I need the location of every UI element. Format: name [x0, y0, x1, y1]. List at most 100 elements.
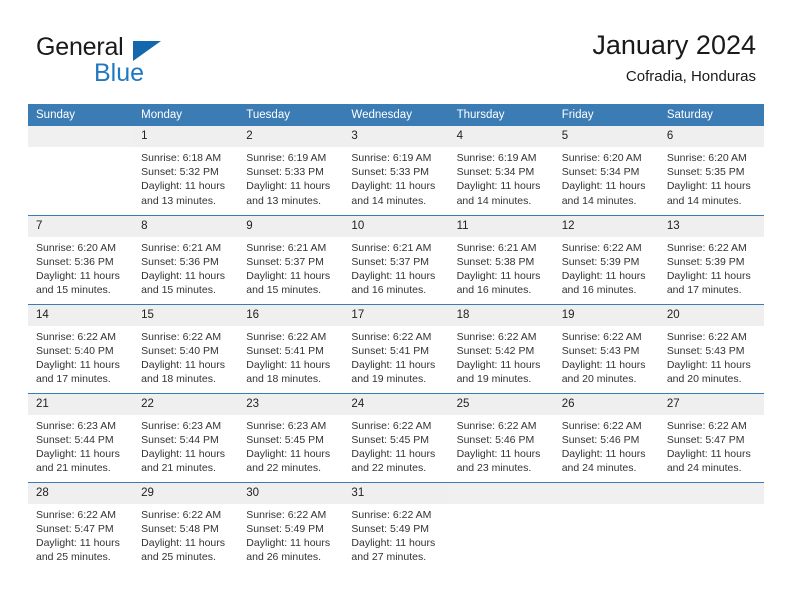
sunset-text: Sunset: 5:46 PM	[456, 433, 535, 446]
calendar-day-cell[interactable]: 1 Sunrise: 6:18 AM Sunset: 5:32 PM Daylight…	[133, 126, 239, 215]
calendar-day-cell[interactable]: 21 Sunrise: 6:23 AM Sunset: 5:44 PM Dayligh…	[28, 392, 134, 482]
calendar-day-cell[interactable]: 4 Sunrise: 6:19 AM Sunset: 5:34 PM Daylight…	[448, 126, 554, 215]
day-cell-inner: 1 Sunrise: 6:18 AM Sunset: 5:32 PM Daylight…	[133, 126, 239, 215]
day-number: 29	[133, 482, 239, 504]
sunset-text: Sunset: 5:49 PM	[246, 522, 324, 535]
day-details: Sunrise: 6:20 AM Sunset: 5:34 PM Daylight:…	[554, 147, 659, 208]
daylight-text-line1: Daylight: 11 hours	[141, 536, 225, 549]
calendar-day-cell[interactable]: 17 Sunrise: 6:22 AM Sunset: 5:41 PM Dayligh…	[343, 303, 449, 393]
day-details: Sunrise: 6:22 AM Sunset: 5:45 PM Daylight:…	[343, 415, 448, 476]
sunset-text: Sunset: 5:44 PM	[36, 433, 114, 446]
day-details: Sunrise: 6:22 AM Sunset: 5:40 PM Daylight:…	[133, 326, 238, 387]
calendar-day-cell[interactable]: 24 Sunrise: 6:22 AM Sunset: 5:45 PM Dayligh…	[343, 392, 449, 482]
day-cell-inner	[28, 126, 134, 215]
calendar-day-cell[interactable]: 29 Sunrise: 6:22 AM Sunset: 5:48 PM Dayligh…	[133, 481, 239, 572]
day-number: 21	[28, 393, 134, 415]
sunset-text: Sunset: 5:33 PM	[246, 166, 324, 179]
sunrise-text: Sunrise: 6:22 AM	[561, 241, 642, 254]
sunrise-text: Sunrise: 6:19 AM	[456, 152, 537, 164]
calendar-day-cell-empty	[448, 481, 554, 571]
day-number: 14	[28, 304, 134, 326]
calendar-day-cell[interactable]: 26 Sunrise: 6:22 AM Sunset: 5:46 PM Dayligh…	[553, 392, 659, 482]
daylight-text-line2: and 14 minutes.	[456, 194, 532, 207]
calendar-day-cell[interactable]: 22 Sunrise: 6:23 AM Sunset: 5:44 PM Dayligh…	[133, 392, 239, 482]
daylight-text-line1: Daylight: 11 hours	[351, 180, 436, 193]
day-number: 20	[658, 304, 764, 326]
day-cell-inner: 23 Sunrise: 6:23 AM Sunset: 5:45 PM Dayligh…	[238, 393, 344, 482]
daylight-text-line2: and 16 minutes.	[456, 284, 532, 297]
calendar-day-cell[interactable]: 28 Sunrise: 6:22 AM Sunset: 5:47 PM Dayligh…	[28, 481, 134, 572]
calendar-day-cell[interactable]: 31 Sunrise: 6:22 AM Sunset: 5:49 PM Dayligh…	[343, 481, 449, 571]
calendar-day-cell[interactable]: 25 Sunrise: 6:22 AM Sunset: 5:46 PM Dayligh…	[448, 392, 554, 482]
daylight-text-line1: Daylight: 11 hours	[561, 358, 646, 371]
sunrise-text: Sunrise: 6:20 AM	[561, 152, 642, 164]
calendar-day-cell[interactable]: 11 Sunrise: 6:21 AM Sunset: 5:38 PM Dayligh…	[448, 214, 554, 304]
daylight-text-line2: and 15 minutes.	[141, 284, 216, 297]
daylight-text-line1: Daylight: 11 hours	[456, 447, 541, 460]
day-number: 25	[448, 393, 554, 415]
day-cell-inner: 29 Sunrise: 6:22 AM Sunset: 5:48 PM Dayligh…	[133, 482, 239, 572]
calendar-day-cell[interactable]: 9 Sunrise: 6:21 AM Sunset: 5:37 PM Daylight…	[238, 214, 344, 304]
day-cell-inner: 11 Sunrise: 6:21 AM Sunset: 5:38 PM Dayligh…	[448, 215, 554, 304]
daylight-text-line1: Daylight: 11 hours	[246, 180, 331, 193]
calendar-day-cell[interactable]: 30 Sunrise: 6:22 AM Sunset: 5:49 PM Dayligh…	[238, 481, 344, 571]
calendar-day-cell[interactable]: 10 Sunrise: 6:21 AM Sunset: 5:37 PM Dayligh…	[343, 214, 449, 304]
sunset-text: Sunset: 5:44 PM	[141, 433, 219, 446]
day-number	[28, 126, 134, 147]
daylight-text-line1: Daylight: 11 hours	[36, 447, 120, 460]
daylight-text-line1: Daylight: 11 hours	[351, 447, 436, 460]
calendar-day-cell[interactable]: 7 Sunrise: 6:20 AM Sunset: 5:36 PM Daylight…	[28, 214, 134, 304]
sunset-text: Sunset: 5:42 PM	[456, 344, 535, 357]
calendar-day-cell[interactable]: 3 Sunrise: 6:19 AM Sunset: 5:33 PM Daylight…	[343, 126, 449, 215]
sunset-text: Sunset: 5:41 PM	[246, 344, 324, 357]
daylight-text-line2: and 25 minutes.	[36, 551, 111, 564]
calendar-day-cell[interactable]: 5 Sunrise: 6:20 AM Sunset: 5:34 PM Daylight…	[553, 126, 659, 215]
calendar-day-cell[interactable]: 13 Sunrise: 6:22 AM Sunset: 5:39 PM Dayligh…	[658, 214, 764, 304]
day-cell-inner: 4 Sunrise: 6:19 AM Sunset: 5:34 PM Daylight…	[448, 126, 554, 215]
sunset-text: Sunset: 5:40 PM	[36, 344, 114, 357]
calendar-header-row: Sunday Monday Tuesday Wednesday Thursday…	[28, 104, 764, 126]
calendar-day-cell[interactable]: 6 Sunrise: 6:20 AM Sunset: 5:35 PM Daylight…	[658, 126, 764, 215]
weekday-header-wednesday: Wednesday	[343, 104, 449, 126]
calendar-day-cell[interactable]: 8 Sunrise: 6:21 AM Sunset: 5:36 PM Daylight…	[133, 214, 239, 304]
calendar-day-cell[interactable]: 2 Sunrise: 6:19 AM Sunset: 5:33 PM Daylight…	[238, 126, 344, 215]
day-cell-inner: 28 Sunrise: 6:22 AM Sunset: 5:47 PM Dayligh…	[28, 482, 134, 572]
sunset-text: Sunset: 5:48 PM	[141, 522, 219, 535]
daylight-text-line1: Daylight: 11 hours	[141, 447, 225, 460]
calendar-day-cell[interactable]: 20 Sunrise: 6:22 AM Sunset: 5:43 PM Dayligh…	[658, 303, 764, 393]
sunrise-text: Sunrise: 6:22 AM	[351, 508, 432, 521]
sunrise-text: Sunrise: 6:21 AM	[141, 241, 222, 254]
day-number: 10	[343, 215, 449, 237]
day-details: Sunrise: 6:19 AM Sunset: 5:34 PM Daylight:…	[449, 147, 554, 208]
day-details: Sunrise: 6:22 AM Sunset: 5:43 PM Daylight:…	[554, 326, 659, 387]
general-blue-logo[interactable]: General Blue	[36, 32, 236, 90]
daylight-text-line1: Daylight: 11 hours	[141, 180, 225, 193]
calendar-day-cell[interactable]: 14 Sunrise: 6:22 AM Sunset: 5:40 PM Dayligh…	[28, 303, 134, 393]
day-details: Sunrise: 6:22 AM Sunset: 5:49 PM Daylight:…	[238, 504, 343, 565]
day-number: 9	[238, 215, 344, 237]
day-cell-inner: 22 Sunrise: 6:23 AM Sunset: 5:44 PM Dayligh…	[133, 393, 239, 482]
calendar-day-cell[interactable]: 23 Sunrise: 6:23 AM Sunset: 5:45 PM Dayligh…	[238, 392, 344, 482]
day-number: 3	[343, 126, 449, 147]
weekday-header-thursday: Thursday	[448, 104, 554, 126]
calendar-week-row: 14 Sunrise: 6:22 AM Sunset: 5:40 PM Dayligh…	[28, 303, 764, 393]
daylight-text-line2: and 26 minutes.	[246, 551, 321, 564]
daylight-text-line1: Daylight: 11 hours	[456, 269, 541, 282]
calendar-week-row: 1 Sunrise: 6:18 AM Sunset: 5:32 PM Daylight…	[28, 126, 764, 215]
day-cell-inner: 3 Sunrise: 6:19 AM Sunset: 5:33 PM Daylight…	[343, 126, 449, 215]
sunrise-text: Sunrise: 6:21 AM	[351, 241, 432, 254]
calendar-day-cell[interactable]: 27 Sunrise: 6:22 AM Sunset: 5:47 PM Dayligh…	[658, 392, 764, 482]
day-number: 7	[28, 215, 134, 237]
calendar-day-cell[interactable]: 18 Sunrise: 6:22 AM Sunset: 5:42 PM Dayligh…	[448, 303, 554, 393]
calendar-week-row: 28 Sunrise: 6:22 AM Sunset: 5:47 PM Dayligh…	[28, 481, 764, 572]
calendar-day-cell[interactable]: 16 Sunrise: 6:22 AM Sunset: 5:41 PM Dayligh…	[238, 303, 344, 393]
calendar-day-cell[interactable]: 12 Sunrise: 6:22 AM Sunset: 5:39 PM Dayligh…	[553, 214, 659, 304]
day-number: 19	[553, 304, 659, 326]
sunrise-text: Sunrise: 6:23 AM	[141, 419, 222, 432]
sunrise-text: Sunrise: 6:22 AM	[666, 419, 747, 432]
calendar-day-cell[interactable]: 19 Sunrise: 6:22 AM Sunset: 5:43 PM Dayligh…	[553, 303, 659, 393]
sunset-text: Sunset: 5:38 PM	[456, 255, 535, 268]
day-number: 16	[238, 304, 344, 326]
day-details: Sunrise: 6:21 AM Sunset: 5:37 PM Daylight:…	[238, 237, 343, 298]
calendar-day-cell[interactable]: 15 Sunrise: 6:22 AM Sunset: 5:40 PM Dayligh…	[133, 303, 239, 393]
